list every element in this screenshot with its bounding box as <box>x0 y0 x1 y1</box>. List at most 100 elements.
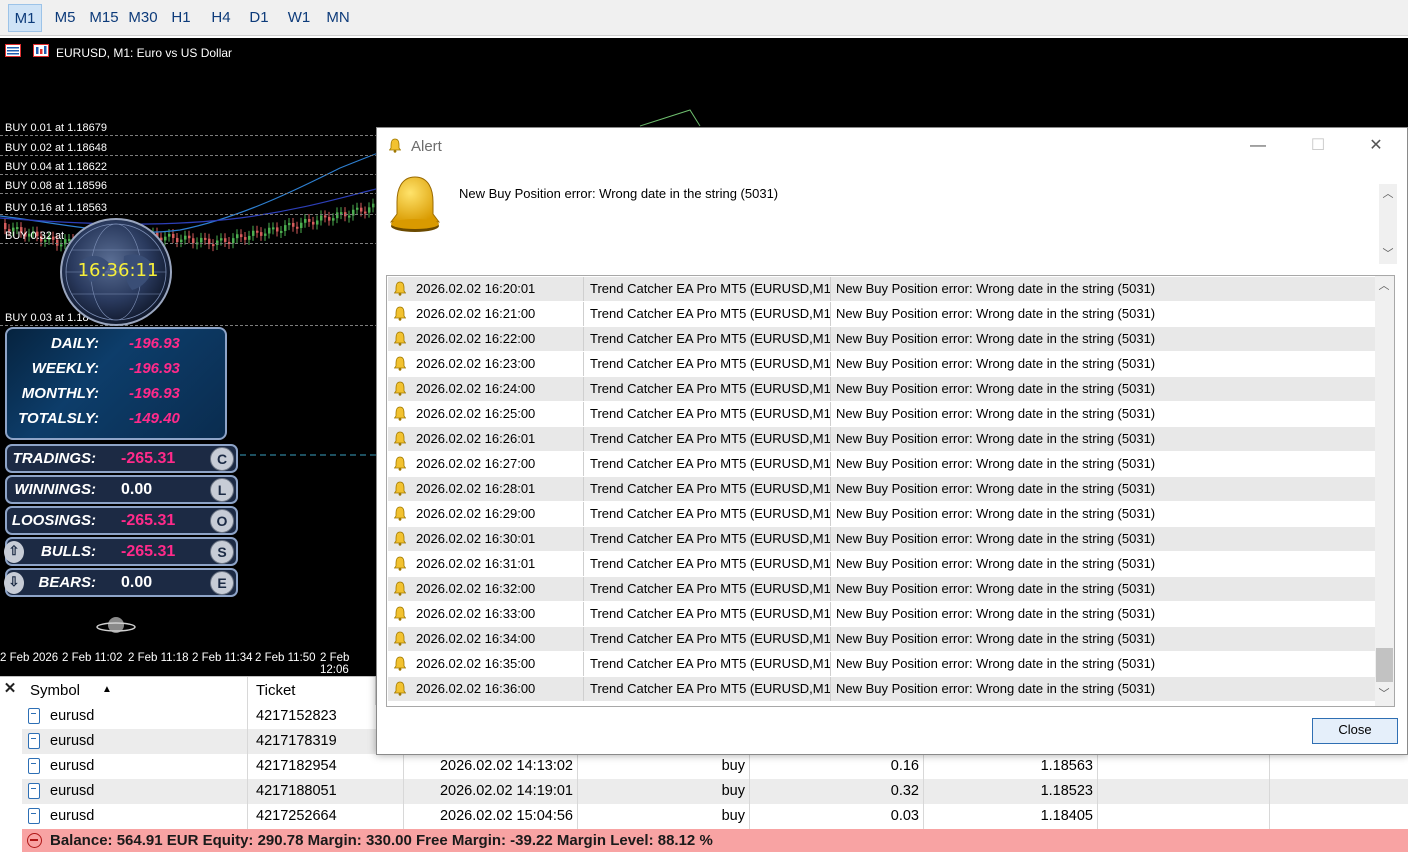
timeframe-h4[interactable]: H4 <box>204 4 238 32</box>
candle-body <box>312 221 315 225</box>
log-row[interactable]: 2026.02.02 16:35:00 Trend Catcher EA Pro … <box>388 652 1376 677</box>
cell-type: buy <box>578 779 750 804</box>
close-sells-button[interactable]: E <box>210 571 234 595</box>
bell-icon <box>394 631 406 646</box>
maximize-icon[interactable]: ☐ <box>1303 134 1333 158</box>
close-button[interactable]: Close <box>1312 718 1398 744</box>
cell-price: 1.18523 <box>924 779 1098 804</box>
candle-body <box>212 244 215 247</box>
log-row[interactable]: 2026.02.02 16:30:01 Trend Catcher EA Pro … <box>388 527 1376 552</box>
candle-body <box>4 223 7 230</box>
log-row[interactable]: 2026.02.02 16:29:00 Trend Catcher EA Pro … <box>388 502 1376 527</box>
bell-icon <box>394 331 406 346</box>
column-header-symbol[interactable]: Symbol ▲ <box>22 677 248 705</box>
candle-body <box>200 237 203 243</box>
log-row[interactable]: 2026.02.02 16:34:00 Trend Catcher EA Pro … <box>388 627 1376 652</box>
column-header-ticket[interactable]: Ticket <box>248 677 376 705</box>
chevron-down-icon[interactable]: ﹀ <box>1379 246 1397 262</box>
stat-label: DAILY: <box>50 335 99 352</box>
candle-body <box>204 237 207 240</box>
log-row[interactable]: 2026.02.02 16:32:00 Trend Catcher EA Pro … <box>388 577 1376 602</box>
planet-icon[interactable] <box>96 613 136 637</box>
candle-body <box>276 227 279 232</box>
log-row[interactable]: 2026.02.02 16:36:00 Trend Catcher EA Pro … <box>388 677 1376 702</box>
table-row[interactable]: eurusd 4217188051 2026.02.02 14:19:01 bu… <box>22 779 1408 804</box>
close-buys-button[interactable]: S <box>210 540 234 564</box>
log-source: Trend Catcher EA Pro MT5 (EURUSD,M1) <box>584 277 831 301</box>
alert-dialog: Alert — ☐ ✕ New Buy Position error: Wron… <box>376 127 1408 755</box>
cell-symbol: eurusd <box>50 754 248 779</box>
time-tick: 2 Feb 11:02 <box>62 652 123 664</box>
timeframe-w1[interactable]: W1 <box>283 4 315 32</box>
arrow-up-icon[interactable]: ⇧ <box>4 541 24 563</box>
close-losers-button[interactable]: O <box>210 509 234 533</box>
cell-symbol: eurusd <box>50 704 248 729</box>
log-row[interactable]: 2026.02.02 16:23:00 Trend Catcher EA Pro … <box>388 352 1376 377</box>
minimize-icon[interactable]: — <box>1243 134 1273 158</box>
log-row[interactable]: 2026.02.02 16:31:01 Trend Catcher EA Pro … <box>388 552 1376 577</box>
candle-body <box>256 230 259 233</box>
log-source: Trend Catcher EA Pro MT5 (EURUSD,M1) <box>584 652 831 676</box>
trade-row-tradings: TRADINGS: -265.31 C <box>5 444 238 473</box>
candle-body <box>304 218 307 223</box>
timeframe-m5[interactable]: M5 <box>48 4 82 32</box>
time-tick: 2 Feb 11:18 <box>128 652 189 664</box>
close-winners-button[interactable]: L <box>210 478 234 502</box>
profit-stats-panel: DAILY: -196.93 WEEKLY: -196.93 MONTHLY: … <box>5 327 227 440</box>
log-row[interactable]: 2026.02.02 16:33:00 Trend Catcher EA Pro … <box>388 602 1376 627</box>
close-icon[interactable]: ✕ <box>2 681 18 697</box>
log-time: 2026.02.02 16:22:00 <box>410 327 584 351</box>
close-icon[interactable]: ✕ <box>1361 134 1391 158</box>
timeframe-mn[interactable]: MN <box>322 4 354 32</box>
table-row[interactable]: eurusd 4217182954 2026.02.02 14:13:02 bu… <box>22 754 1408 779</box>
log-row[interactable]: 2026.02.02 16:27:00 Trend Catcher EA Pro … <box>388 452 1376 477</box>
timeframe-m15[interactable]: M15 <box>86 4 122 32</box>
cell-time: 2026.02.02 15:04:56 <box>404 804 578 829</box>
candle-body <box>240 234 243 238</box>
timeframe-m30[interactable]: M30 <box>124 4 162 32</box>
log-time: 2026.02.02 16:26:01 <box>410 427 584 451</box>
cell-price: 1.18405 <box>924 804 1098 829</box>
chevron-up-icon[interactable]: ︿ <box>1375 278 1393 294</box>
trade-label: BEARS: <box>38 574 96 591</box>
log-message: New Buy Position error: Wrong date in th… <box>836 356 1156 371</box>
cell-empty <box>1098 754 1270 779</box>
scrollbar-thumb[interactable] <box>1376 648 1393 682</box>
candle-body <box>348 215 351 218</box>
candle-body <box>272 227 275 230</box>
log-message: New Buy Position error: Wrong date in th… <box>836 456 1156 471</box>
log-row[interactable]: 2026.02.02 16:21:00 Trend Catcher EA Pro … <box>388 302 1376 327</box>
log-row[interactable]: 2026.02.02 16:24:00 Trend Catcher EA Pro … <box>388 377 1376 402</box>
timeframe-h1[interactable]: H1 <box>166 4 196 32</box>
bell-icon <box>394 356 406 371</box>
log-time: 2026.02.02 16:20:01 <box>410 277 584 301</box>
cell-time: 2026.02.02 14:19:01 <box>404 779 578 804</box>
trade-value: -265.31 <box>121 512 176 529</box>
chevron-down-icon[interactable]: ﹀ <box>1375 686 1393 702</box>
bell-icon <box>394 531 406 546</box>
timeframe-d1[interactable]: D1 <box>244 4 274 32</box>
log-row[interactable]: 2026.02.02 16:28:01 Trend Catcher EA Pro … <box>388 477 1376 502</box>
cell-ticket: 4217182954 <box>248 754 404 779</box>
cell-empty <box>1098 804 1270 829</box>
log-row[interactable]: 2026.02.02 16:22:00 Trend Catcher EA Pro … <box>388 327 1376 352</box>
candle-body <box>184 235 187 240</box>
log-scrollbar[interactable]: ︿ ﹀ <box>1375 276 1394 706</box>
table-row[interactable]: eurusd 4217252664 2026.02.02 15:04:56 bu… <box>22 804 1408 829</box>
candle-body <box>292 222 295 227</box>
log-row[interactable]: 2026.02.02 16:26:01 Trend Catcher EA Pro … <box>388 427 1376 452</box>
arrow-down-icon[interactable]: ⇩ <box>4 572 24 594</box>
close-all-button[interactable]: C <box>210 447 234 471</box>
candle-body <box>188 235 191 239</box>
log-row[interactable]: 2026.02.02 16:25:00 Trend Catcher EA Pro … <box>388 402 1376 427</box>
candle-body <box>236 234 239 239</box>
order-label: BUY 0.08 at 1.18596 <box>5 180 107 192</box>
timeframe-m1[interactable]: M1 <box>8 4 42 32</box>
chevron-up-icon[interactable]: ︿ <box>1379 186 1397 202</box>
candle-body <box>308 218 311 222</box>
message-scrollbar[interactable]: ︿ ﹀ <box>1379 184 1397 264</box>
log-message: New Buy Position error: Wrong date in th… <box>836 481 1156 496</box>
trade-label: BULLS: <box>41 543 96 560</box>
candle-body <box>288 222 291 226</box>
log-row[interactable]: 2026.02.02 16:20:01 Trend Catcher EA Pro … <box>388 277 1376 302</box>
